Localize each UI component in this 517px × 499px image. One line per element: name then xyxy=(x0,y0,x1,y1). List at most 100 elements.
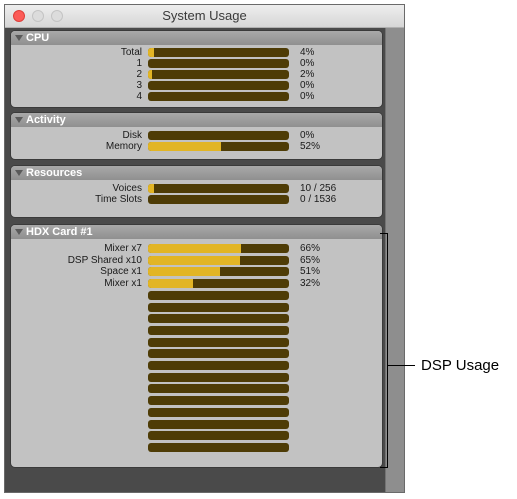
meter-fill xyxy=(148,142,222,151)
meter-label: 4 xyxy=(136,91,142,102)
resources-meter-row: Voices 10 / 256 xyxy=(11,183,382,194)
disclosure-triangle-icon[interactable] xyxy=(15,117,23,123)
meter-bar xyxy=(148,431,289,441)
window-title: System Usage xyxy=(162,8,247,23)
hdx-card-panel: HDX Card #1 Mixer x7 66% DSP Shared x10 65%… xyxy=(10,224,383,468)
meter-bar xyxy=(148,267,289,277)
meter-label: DSP Shared x10 xyxy=(67,254,142,266)
meter-value: 2% xyxy=(300,69,315,80)
meter-fill xyxy=(148,48,154,57)
cpu-meter-row: 4 0% xyxy=(11,91,382,102)
meter-bar xyxy=(148,184,289,193)
disclosure-triangle-icon[interactable] xyxy=(15,170,23,176)
hdx-meter-row xyxy=(11,348,382,359)
hdx-meter-row xyxy=(11,290,382,301)
hdx-meter-row xyxy=(11,302,382,313)
close-button[interactable] xyxy=(13,10,25,22)
cpu-panel-header[interactable]: CPU xyxy=(11,31,382,45)
meter-bar xyxy=(148,325,289,335)
meter-bar xyxy=(148,314,289,324)
disclosure-triangle-icon[interactable] xyxy=(15,35,23,41)
hdx-meter-row xyxy=(11,395,382,406)
meter-bar xyxy=(148,255,289,265)
meter-bar xyxy=(148,396,289,406)
meter-value: 0% xyxy=(300,91,315,102)
resources-panel-title: Resources xyxy=(26,167,83,179)
hdx-meter-row: Mixer x7 66% xyxy=(11,243,382,254)
minimize-button[interactable] xyxy=(32,10,44,22)
system-usage-window: System Usage CPU Total 4% 1 0% 2 2% 3 0% 4 0% Act… xyxy=(4,4,405,493)
meter-bar xyxy=(148,302,289,312)
hdx-meter-row: Mixer x1 32% xyxy=(11,278,382,289)
activity-meter-row: Disk 0% xyxy=(11,130,382,141)
activity-panel: Activity Disk 0% Memory 52% xyxy=(10,112,383,160)
cpu-panel: CPU Total 4% 1 0% 2 2% 3 0% 4 0% xyxy=(10,30,383,108)
meter-bar xyxy=(148,244,289,253)
cpu-panel-title: CPU xyxy=(26,32,50,44)
meter-bar xyxy=(148,361,289,370)
hdx-meter-row xyxy=(11,407,382,418)
meter-label: Total xyxy=(120,47,142,58)
meter-label: Space x1 xyxy=(100,266,142,278)
meter-value: 0% xyxy=(300,130,315,141)
meter-label: Voices xyxy=(112,183,142,194)
meter-bar xyxy=(148,59,289,68)
cpu-meter-row: 1 0% xyxy=(11,58,382,69)
meter-bar xyxy=(148,195,289,204)
meter-label: 3 xyxy=(136,80,142,91)
hdx-card-panel-title: HDX Card #1 xyxy=(26,226,93,238)
callout-leader-line xyxy=(387,365,415,366)
meter-bar xyxy=(148,442,289,452)
meter-fill xyxy=(148,267,220,277)
hdx-meter-row xyxy=(11,383,382,394)
meter-value: 4% xyxy=(300,47,315,58)
meter-bar xyxy=(148,279,289,289)
meter-bar xyxy=(148,81,289,90)
meter-bar xyxy=(148,419,289,429)
meter-bar xyxy=(148,349,289,359)
meter-bar xyxy=(148,384,289,394)
meter-bar xyxy=(148,92,289,101)
meter-label: Disk xyxy=(122,130,142,141)
title-bar[interactable]: System Usage xyxy=(5,5,404,28)
hdx-meter-row: Space x1 51% xyxy=(11,266,382,277)
hdx-meter-row: DSP Shared x10 65% xyxy=(11,255,382,266)
meter-value: 51% xyxy=(300,266,321,278)
meter-bar xyxy=(148,48,289,57)
resources-meter-row: Time Slots 0 / 1536 xyxy=(11,194,382,205)
activity-meter-row: Memory 52% xyxy=(11,141,382,152)
hdx-card-panel-header[interactable]: HDX Card #1 xyxy=(11,225,382,239)
meter-label: Time Slots xyxy=(95,194,142,205)
meter-value: 66% xyxy=(300,243,321,254)
cpu-meter-row: Total 4% xyxy=(11,47,382,58)
meter-fill xyxy=(148,184,154,193)
resources-panel-header[interactable]: Resources xyxy=(11,166,382,180)
hdx-meter-row xyxy=(11,442,382,453)
activity-panel-header[interactable]: Activity xyxy=(11,113,382,127)
cpu-meter-row: 3 0% xyxy=(11,80,382,91)
meter-fill xyxy=(148,255,240,265)
meter-bar xyxy=(148,372,289,382)
meter-value: 52% xyxy=(300,141,321,152)
zoom-button[interactable] xyxy=(51,10,63,22)
disclosure-triangle-icon[interactable] xyxy=(15,229,23,235)
meter-value: 32% xyxy=(300,278,321,290)
meter-label: Mixer x1 xyxy=(104,278,142,290)
dsp-usage-bracket xyxy=(380,233,388,468)
hdx-meter-row xyxy=(11,337,382,348)
hdx-meter-row xyxy=(11,325,382,336)
meter-value: 10 / 256 xyxy=(300,183,337,194)
meter-value: 0% xyxy=(300,80,315,91)
activity-panel-title: Activity xyxy=(26,114,66,126)
meter-value: 0 / 1536 xyxy=(300,194,337,205)
meter-value: 65% xyxy=(300,254,321,266)
meter-bar xyxy=(148,337,289,347)
meter-bar xyxy=(148,290,289,300)
meter-bar xyxy=(148,131,289,140)
meter-label: 1 xyxy=(136,58,142,69)
dsp-usage-callout: DSP Usage xyxy=(421,357,500,374)
resources-panel: Resources Voices 10 / 256 Time Slots 0 / 15… xyxy=(10,165,383,218)
meter-label: Mixer x7 xyxy=(104,243,142,254)
cpu-meter-row: 2 2% xyxy=(11,69,382,80)
meter-bar xyxy=(148,70,289,79)
